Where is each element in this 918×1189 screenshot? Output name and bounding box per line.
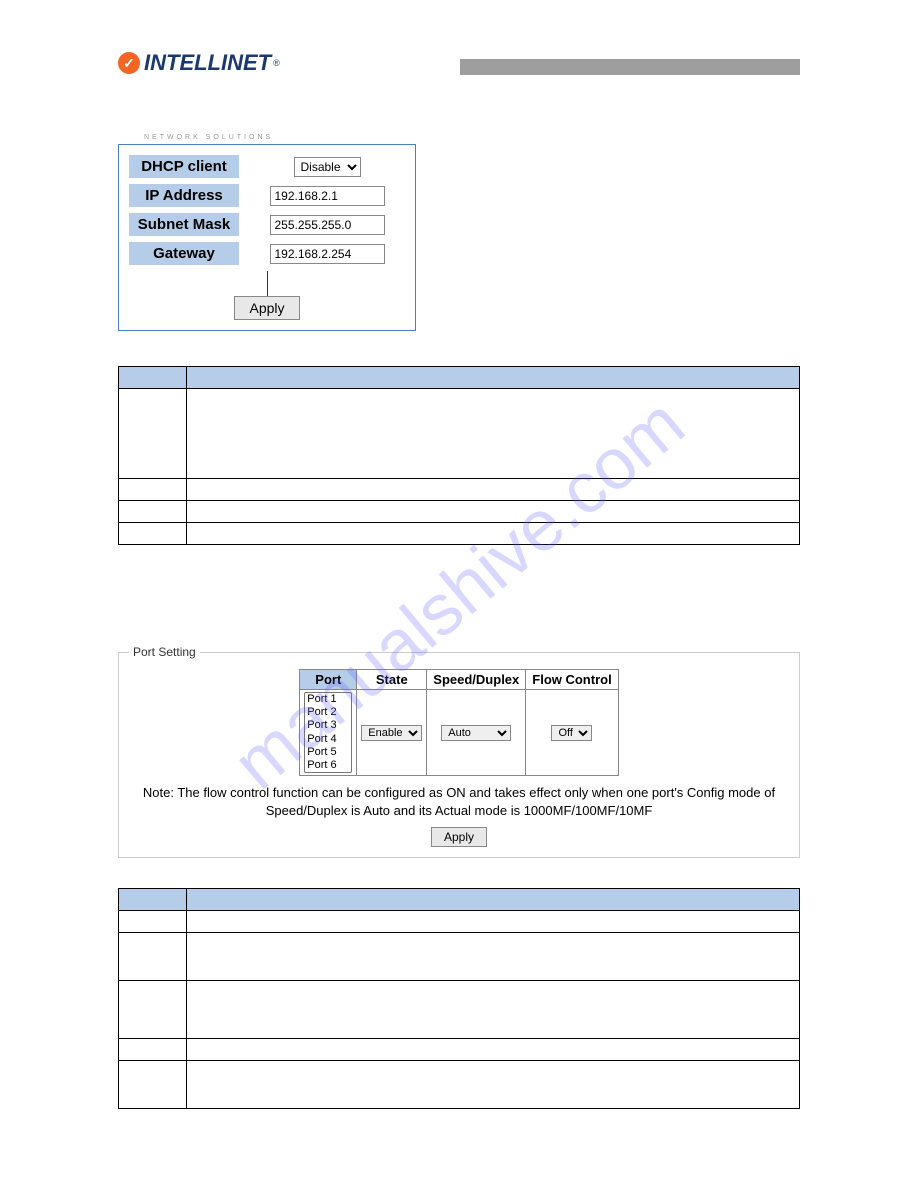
speed-header: Speed/Duplex [427, 670, 526, 690]
subnet-mask-input[interactable] [270, 215, 385, 235]
brand-logo: INTELLINET ® NETWORK SOLUTIONS [118, 50, 280, 141]
subnet-mask-label: Subnet Mask [129, 213, 239, 236]
port-setting-panel: Port Setting Port State Speed/Duplex Flo… [118, 645, 800, 858]
port-setting-legend: Port Setting [129, 645, 200, 659]
ip-apply-button[interactable]: Apply [234, 296, 299, 320]
header-stripe [460, 59, 800, 75]
connector-line [267, 271, 268, 296]
description-table-2 [118, 888, 800, 1109]
ip-address-label: IP Address [129, 184, 239, 207]
gateway-label: Gateway [129, 242, 239, 265]
brand-tagline: NETWORK SOLUTIONS [144, 134, 280, 141]
ip-config-panel: DHCP client Disable IP Address Subnet Ma… [118, 144, 416, 331]
state-select[interactable]: Enable [361, 725, 422, 741]
gateway-input[interactable] [270, 244, 385, 264]
port-apply-button[interactable]: Apply [431, 827, 487, 847]
port-list-select[interactable]: Port 1 Port 2 Port 3 Port 4 Port 5 Port … [304, 692, 352, 773]
ip-address-input[interactable] [270, 186, 385, 206]
port-header: Port [300, 670, 357, 690]
speed-duplex-select[interactable]: Auto [441, 725, 511, 741]
dhcp-select[interactable]: Disable [294, 157, 361, 177]
registered-mark: ® [273, 58, 280, 68]
description-table-1 [118, 366, 800, 545]
port-note-text: Note: The flow control function can be c… [129, 784, 789, 820]
flow-control-select[interactable]: Off [551, 725, 592, 741]
port-setting-table: Port State Speed/Duplex Flow Control Por… [299, 669, 618, 776]
state-header: State [357, 670, 427, 690]
brand-name: INTELLINET [144, 50, 271, 76]
dhcp-label: DHCP client [129, 155, 239, 178]
check-circle-icon [118, 52, 140, 74]
flow-header: Flow Control [526, 670, 618, 690]
